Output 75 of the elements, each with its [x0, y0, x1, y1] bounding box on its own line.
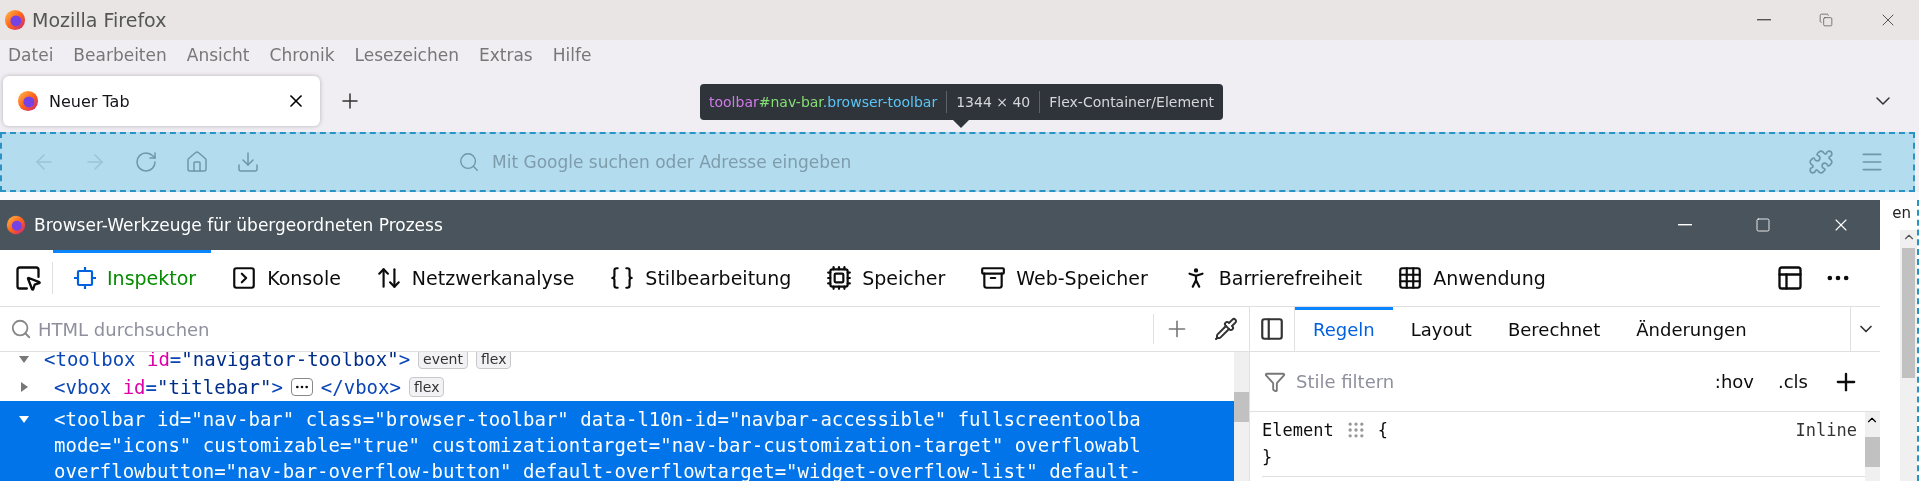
markup-tag: <toolbox id="navigator-toolbox"> [44, 352, 411, 370]
expanded-triangle-icon[interactable] [18, 353, 30, 365]
sidebar-tab[interactable]: Layout [1392, 307, 1490, 351]
tooltip-selector: toolbar#nav-bar.browser-toolbar [709, 94, 938, 110]
browser-tab[interactable]: Neuer Tab [3, 76, 320, 126]
tool-tab[interactable]: Inspektor [53, 250, 212, 306]
tool-tab[interactable]: Konsole [211, 250, 356, 306]
rule-source: Inline [1795, 419, 1857, 440]
tool-tab[interactable]: Barrierefreiheit [1162, 250, 1378, 306]
collapsed-triangle-icon[interactable] [18, 381, 30, 393]
markup-tag: </vbox> [320, 376, 401, 398]
scrollbar[interactable] [1234, 352, 1249, 481]
eyedropper-icon [1214, 317, 1238, 341]
scrollbar[interactable] [1900, 230, 1917, 481]
markup-badge[interactable]: flex [476, 352, 512, 369]
markup-tag: mode="icons" customizable="true" customizationtarget="nav-bar-customization-target" overflowabl [54, 434, 1141, 456]
scrollbar[interactable] [1865, 412, 1880, 481]
crosshair-square-icon [73, 266, 97, 290]
markup-badge[interactable]: event [418, 352, 468, 369]
devtools-title: Browser-Werkzeuge für übergeordneten Prozess [34, 215, 444, 235]
filter-icon [1264, 370, 1286, 393]
expand-ellipsis-button[interactable] [290, 378, 313, 396]
puzzle-icon[interactable] [1807, 149, 1834, 175]
expanded-triangle-icon[interactable] [18, 413, 30, 425]
tool-tab[interactable]: Speicher [806, 250, 961, 306]
restore-icon [1819, 13, 1833, 27]
sidebar-tab[interactable]: Regeln [1295, 307, 1393, 351]
chip-icon [826, 265, 853, 291]
rule-brace: { [1377, 419, 1388, 440]
app-logo-icon [6, 215, 26, 235]
home-icon[interactable] [184, 150, 209, 174]
download-icon[interactable] [235, 150, 260, 174]
page-text: en [1892, 204, 1911, 222]
tooltip-type: Flex-Container/Element [1049, 94, 1214, 110]
grid-icon [1397, 265, 1424, 291]
tab-favicon-icon [17, 90, 39, 112]
app-logo-icon [4, 9, 26, 31]
minimize-icon [1678, 224, 1692, 226]
address-field[interactable]: Mit Google suchen oder Adresse eingeben [490, 151, 1010, 173]
sidebar-tab[interactable]: Berechnet [1489, 307, 1619, 351]
markup-tag: <toolbar id="nav-bar" class="browser-toolbar" data-l10n-id="navbar-accessible" fullscreentoolba [54, 408, 1141, 430]
search-icon [10, 318, 32, 340]
rule-selector: Element [1262, 419, 1334, 440]
window-title: Mozilla Firefox [32, 9, 168, 31]
tool-tab[interactable]: Stilbearbeitung [589, 250, 807, 306]
minimize-icon [1757, 19, 1771, 21]
markup-badge[interactable]: flex [408, 377, 445, 397]
tool-tab[interactable]: Web-Speicher [960, 250, 1163, 306]
menu-item[interactable]: Datei [8, 45, 54, 65]
panel-icon [1259, 316, 1285, 342]
tool-tab[interactable]: Netzwerkanalyse [355, 250, 590, 306]
arrows-icon [375, 265, 402, 291]
menu-item[interactable]: Extras [479, 45, 533, 65]
menu-item[interactable]: Lesezeichen [354, 45, 459, 65]
layout-icon[interactable] [1776, 264, 1804, 292]
markup-tag: <vbox id="titlebar"> [54, 376, 283, 398]
sidebar-tab[interactable]: Änderungen [1618, 307, 1765, 351]
search-icon [458, 151, 480, 173]
reload-icon[interactable] [133, 150, 158, 174]
menu-item[interactable]: Ansicht [186, 45, 250, 65]
storage-icon [980, 265, 1007, 291]
maximize-icon [1755, 217, 1771, 233]
selected-markup-row[interactable] [0, 401, 1234, 481]
tool-tab[interactable]: Anwendung [1377, 250, 1561, 306]
pointer-icon [14, 264, 42, 292]
menu-item[interactable]: Chronik [269, 45, 335, 65]
menu-item[interactable]: Bearbeiten [73, 45, 167, 65]
rule-toggle-button[interactable]: :hov [1706, 371, 1762, 392]
braces-icon [609, 265, 636, 291]
rule-toggle-button[interactable]: .cls [1770, 371, 1816, 392]
tooltip-size: 1344 × 40 [956, 94, 1031, 110]
console-icon [231, 265, 258, 291]
tab-title: Neuer Tab [49, 91, 131, 111]
rule-brace: } [1262, 446, 1273, 467]
menu-item[interactable]: Hilfe [552, 45, 592, 65]
